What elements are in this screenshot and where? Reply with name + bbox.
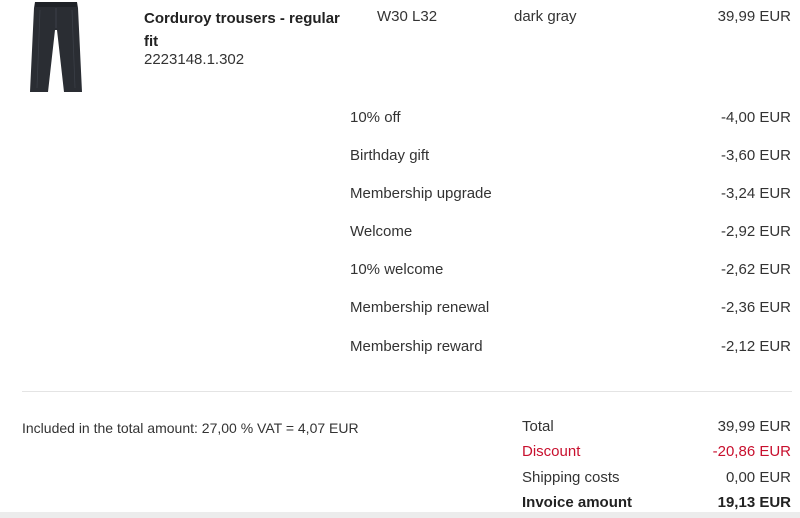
- invoice-amount-value: 19,13 EUR: [717, 494, 791, 511]
- product-size: W30 L32: [377, 8, 438, 25]
- section-divider: [22, 391, 792, 392]
- discount-total-label: Discount: [522, 443, 581, 460]
- discount-label: Membership upgrade: [350, 185, 492, 202]
- discount-label: Membership renewal: [350, 299, 490, 316]
- discount-amount: -4,00 EUR: [720, 109, 791, 126]
- product-name[interactable]: Corduroy trousers - regular fit: [144, 7, 354, 53]
- discount-label: Welcome: [350, 223, 413, 240]
- total-value: 39,99 EUR: [717, 418, 791, 435]
- discount-label: 10% welcome: [350, 261, 444, 278]
- product-color: dark gray: [514, 8, 577, 25]
- shipping-value: 0,00 EUR: [725, 469, 791, 486]
- total-label: Total: [522, 418, 554, 435]
- discount-amount: -2,36 EUR: [720, 299, 791, 316]
- discount-label: Birthday gift: [350, 147, 430, 164]
- article-number: 2223148.1.302: [144, 51, 245, 68]
- shipping-label: Shipping costs: [522, 469, 620, 486]
- product-price: 39,99 EUR: [717, 8, 791, 25]
- trousers-image: [30, 2, 82, 92]
- discount-amount: -2,12 EUR: [720, 338, 791, 355]
- discount-label: Membership reward: [350, 338, 483, 355]
- discount-amount: -3,24 EUR: [720, 185, 791, 202]
- invoice-amount-label: Invoice amount: [522, 494, 633, 511]
- product-image[interactable]: [26, 0, 86, 96]
- discount-amount: -2,92 EUR: [720, 223, 791, 240]
- discount-amount: -3,60 EUR: [720, 147, 791, 164]
- discount-amount: -2,62 EUR: [720, 261, 791, 278]
- vat-note: Included in the total amount: 27,00 % VA…: [22, 420, 359, 436]
- discount-label: 10% off: [350, 109, 401, 126]
- bottom-border: [0, 512, 800, 518]
- discount-total-value: -20,86 EUR: [712, 443, 791, 460]
